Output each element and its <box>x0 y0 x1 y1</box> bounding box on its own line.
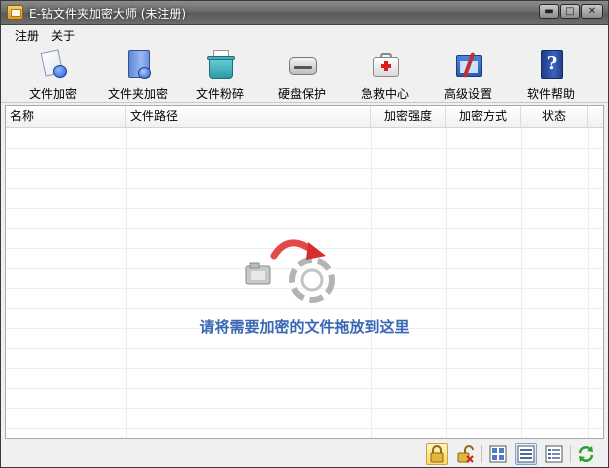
minimize-button[interactable]: ▬ <box>539 4 559 19</box>
rescue-center-button[interactable]: 急救中心 <box>350 47 420 102</box>
table-row <box>6 208 603 209</box>
unlock-button[interactable] <box>454 443 476 465</box>
main-window: E-钻文件夹加密大师 (未注册) ▬ □ ✕ 注册 关于 文件加密 文件夹加密 … <box>0 0 609 468</box>
status-separator <box>570 445 571 463</box>
menu-bar: 注册 关于 <box>1 25 608 44</box>
table-row <box>6 168 603 169</box>
file-shred-button[interactable]: 文件粉碎 <box>185 47 255 102</box>
advanced-settings-button[interactable]: 高级设置 <box>433 47 503 102</box>
table-header: 名称 文件路径 加密强度 加密方式 状态 <box>6 106 603 128</box>
drop-hint-text: 请将需要加密的文件拖放到这里 <box>199 318 410 336</box>
lock-button[interactable] <box>426 443 448 465</box>
settings-tools-icon <box>452 49 484 81</box>
advanced-settings-label: 高级设置 <box>443 87 492 101</box>
status-separator <box>481 445 482 463</box>
large-icons-view-icon <box>489 445 507 463</box>
column-header-status[interactable]: 状态 <box>521 106 588 128</box>
table-row <box>6 188 603 189</box>
column-header-name[interactable]: 名称 <box>6 106 126 128</box>
help-book-icon: ? <box>535 49 567 81</box>
details-view-button[interactable] <box>543 443 565 465</box>
software-help-button[interactable]: ? 软件帮助 <box>516 47 586 102</box>
drag-drop-icon <box>245 239 335 303</box>
table-row <box>6 388 603 389</box>
refresh-icon <box>578 446 594 462</box>
close-button[interactable]: ✕ <box>581 4 603 19</box>
software-help-label: 软件帮助 <box>526 87 575 101</box>
window-title: E-钻文件夹加密大师 (未注册) <box>29 7 187 21</box>
drop-zone[interactable]: 请将需要加密的文件拖放到这里 <box>6 236 603 336</box>
column-header-path[interactable]: 文件路径 <box>126 106 371 128</box>
file-encrypt-label: 文件加密 <box>28 87 77 101</box>
first-aid-icon <box>369 49 401 81</box>
unlock-icon <box>457 445 474 463</box>
column-header-strength[interactable]: 加密强度 <box>371 106 446 128</box>
file-lock-icon <box>37 49 69 81</box>
shredder-icon <box>204 49 236 81</box>
window-controls: ▬ □ ✕ <box>539 4 603 19</box>
table-body: 请将需要加密的文件拖放到这里 <box>6 128 603 438</box>
toolbar: 文件加密 文件夹加密 文件粉碎 硬盘保护 急救中心 高级设置 ? 软件帮助 <box>1 44 608 103</box>
table-row <box>6 368 603 369</box>
table-row <box>6 428 603 429</box>
disk-protect-button[interactable]: 硬盘保护 <box>267 47 337 102</box>
list-view-icon <box>517 445 535 463</box>
column-header-method[interactable]: 加密方式 <box>446 106 521 128</box>
table-row <box>6 408 603 409</box>
hard-disk-icon <box>286 49 318 81</box>
list-view-button[interactable] <box>515 443 537 465</box>
file-encrypt-button[interactable]: 文件加密 <box>18 47 88 102</box>
details-view-icon <box>545 445 563 463</box>
maximize-button[interactable]: □ <box>560 4 580 19</box>
title-bar[interactable]: E-钻文件夹加密大师 (未注册) ▬ □ ✕ <box>1 1 608 25</box>
file-list[interactable]: 名称 文件路径 加密强度 加密方式 状态 请将需要加密的文件拖放到这里 <box>5 105 604 439</box>
lock-icon <box>430 445 444 463</box>
table-row <box>6 228 603 229</box>
table-row <box>6 348 603 349</box>
rescue-center-label: 急救中心 <box>360 87 409 101</box>
refresh-button[interactable] <box>575 443 597 465</box>
large-icons-view-button[interactable] <box>487 443 509 465</box>
table-row <box>6 148 603 149</box>
app-icon <box>7 5 23 20</box>
disk-protect-label: 硬盘保护 <box>277 87 326 101</box>
menu-item-register[interactable]: 注册 <box>9 25 45 44</box>
status-bar <box>1 441 608 467</box>
menu-item-about[interactable]: 关于 <box>45 25 81 44</box>
folder-encrypt-button[interactable]: 文件夹加密 <box>103 47 173 102</box>
file-shred-label: 文件粉碎 <box>195 87 244 101</box>
folder-encrypt-label: 文件夹加密 <box>107 87 168 101</box>
folder-lock-icon <box>122 49 154 81</box>
